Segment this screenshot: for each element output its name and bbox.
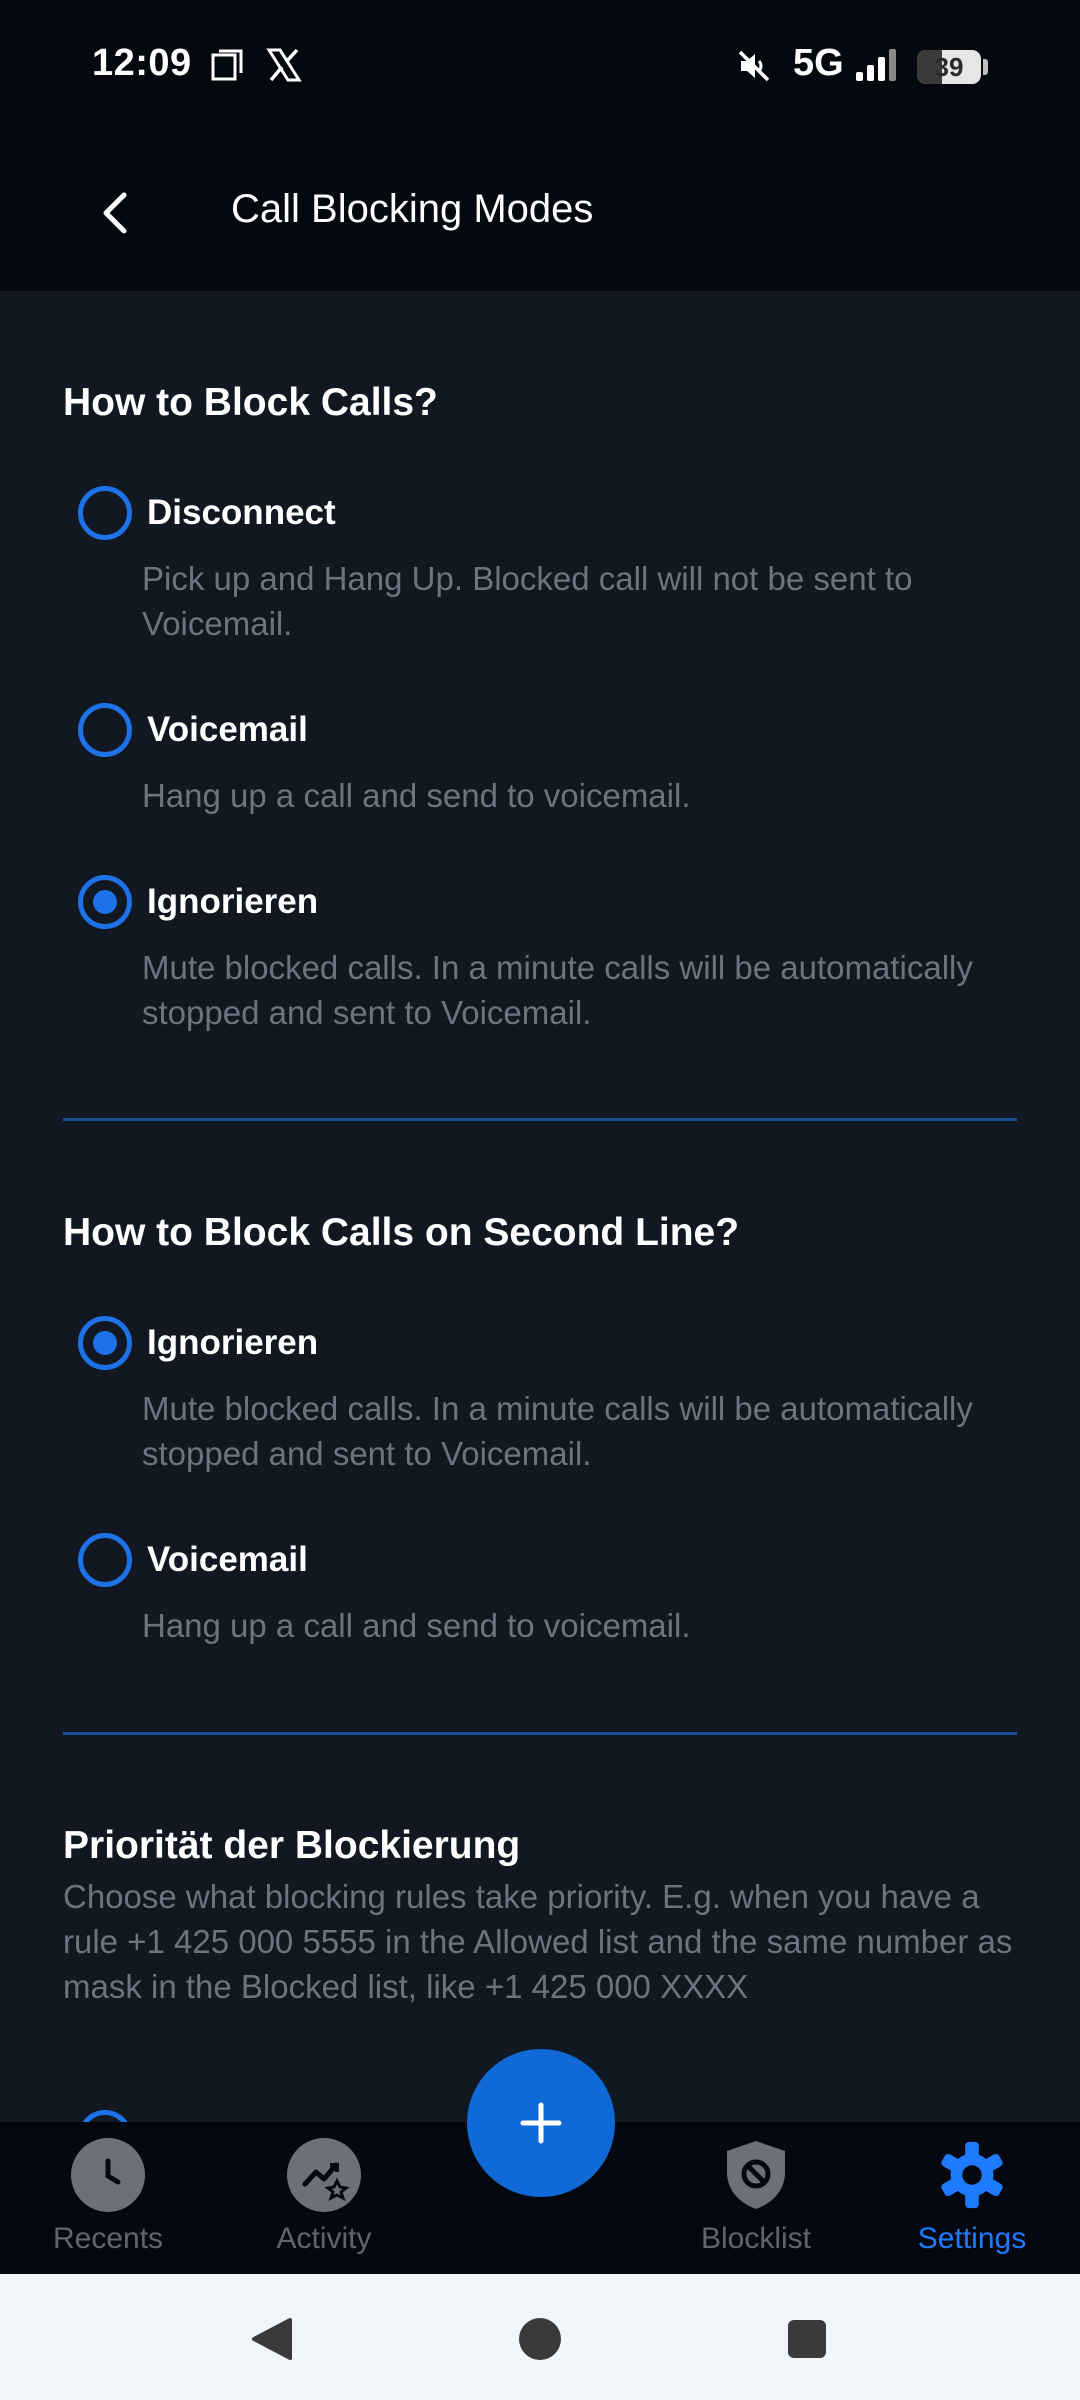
mute-icon bbox=[738, 50, 770, 82]
nav-settings[interactable]: Settings bbox=[882, 2138, 1062, 2268]
app-bar: Call Blocking Modes bbox=[0, 135, 1080, 291]
option-desc-second-line-voicemail: Hang up a call and send to voicemail. bbox=[142, 1607, 691, 1644]
radio-voicemail[interactable] bbox=[78, 703, 132, 757]
radio-second-line-ignorieren[interactable] bbox=[78, 1316, 132, 1370]
option-label-second-line-ignorieren[interactable]: Ignorieren bbox=[147, 1323, 318, 1363]
battery-tip bbox=[983, 59, 988, 75]
home-circle-icon[interactable] bbox=[505, 2304, 575, 2374]
block-shield-icon bbox=[719, 2138, 793, 2212]
section-desc-priority: Choose what blocking rules take priority… bbox=[63, 1878, 1013, 2005]
page-title: Call Blocking Modes bbox=[231, 187, 594, 231]
screenshot-icon bbox=[211, 49, 243, 81]
radio-ignorieren[interactable] bbox=[78, 875, 132, 929]
section-divider bbox=[63, 1732, 1017, 1735]
option-desc-voicemail: Hang up a call and send to voicemail. bbox=[142, 777, 691, 814]
nav-label-blocklist: Blocklist bbox=[700, 2222, 812, 2255]
nav-label-recents: Recents bbox=[52, 2222, 164, 2255]
back-button[interactable] bbox=[80, 177, 152, 249]
system-navigation-bar bbox=[0, 2274, 1080, 2400]
option-desc-disconnect: Pick up and Hang Up. Blocked call will n… bbox=[142, 560, 913, 642]
option-desc-ignorieren: Mute blocked calls. In a minute calls wi… bbox=[142, 949, 973, 1031]
section-title-block-calls: How to Block Calls? bbox=[63, 381, 438, 424]
recents-square-icon[interactable] bbox=[772, 2304, 842, 2374]
nav-activity[interactable]: Activity bbox=[234, 2138, 414, 2268]
section-title-second-line: How to Block Calls on Second Line? bbox=[63, 1211, 740, 1254]
network-type: 5G bbox=[793, 42, 844, 84]
nav-blocklist[interactable]: Blocklist bbox=[666, 2138, 846, 2268]
gear-icon bbox=[935, 2138, 1009, 2212]
section-divider bbox=[63, 1118, 1017, 1121]
clock-icon bbox=[71, 2138, 145, 2212]
radio-disconnect[interactable] bbox=[78, 486, 132, 540]
chevron-left-icon bbox=[103, 192, 127, 234]
add-button[interactable] bbox=[467, 2049, 615, 2197]
x-logo-icon bbox=[266, 48, 302, 82]
nav-label-activity: Activity bbox=[276, 2222, 372, 2255]
nav-recents[interactable]: Recents bbox=[18, 2138, 198, 2268]
activity-chart-icon bbox=[287, 2138, 361, 2212]
option-label-voicemail[interactable]: Voicemail bbox=[147, 710, 308, 750]
option-label-second-line-voicemail[interactable]: Voicemail bbox=[147, 1540, 308, 1580]
battery-icon: 39 bbox=[917, 50, 981, 84]
status-time: 12:09 bbox=[92, 42, 192, 84]
option-label-ignorieren[interactable]: Ignorieren bbox=[147, 882, 318, 922]
radio-second-line-voicemail[interactable] bbox=[78, 1533, 132, 1587]
battery-level: 39 bbox=[934, 52, 964, 82]
signal-icon bbox=[856, 49, 896, 81]
back-triangle-icon[interactable] bbox=[236, 2304, 306, 2374]
option-desc-second-line-ignorieren: Mute blocked calls. In a minute calls wi… bbox=[142, 1390, 973, 1472]
option-label-disconnect[interactable]: Disconnect bbox=[147, 493, 336, 533]
nav-label-settings: Settings bbox=[917, 2222, 1027, 2255]
section-title-priority: Priorität der Blockierung bbox=[63, 1824, 521, 1867]
status-bar: 12:09 5G 39 bbox=[0, 0, 1080, 135]
plus-icon bbox=[520, 2102, 562, 2144]
